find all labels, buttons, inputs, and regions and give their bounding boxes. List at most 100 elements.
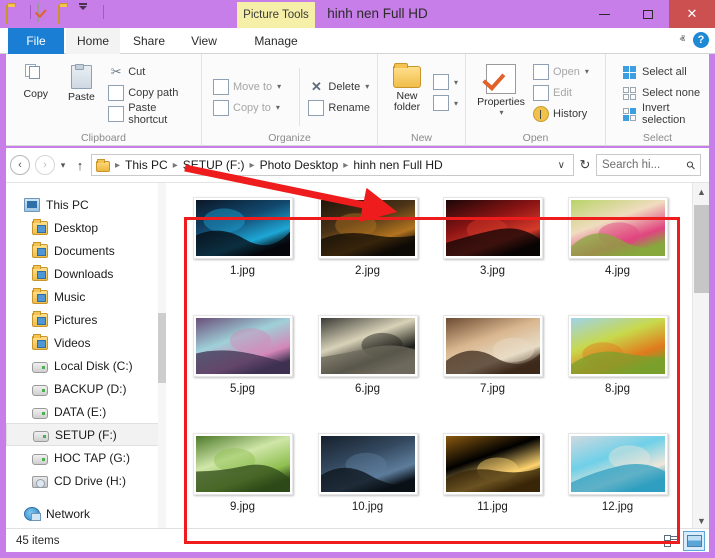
breadcrumb-item-photo-desktop[interactable]: Photo Desktop (260, 158, 339, 172)
cut-button[interactable]: ✂ Cut (108, 62, 194, 81)
sidebar-item-label: DATA (E:) (54, 404, 107, 419)
new-folder-icon[interactable] (58, 3, 76, 24)
easy-access-button[interactable]: ▾ (432, 94, 458, 113)
thumbnail (317, 315, 418, 377)
breadcrumb-item-this-pc[interactable]: This PC (125, 158, 168, 172)
breadcrumb-item-setup[interactable]: SETUP (F:) (183, 158, 245, 172)
sidebar-item-cd-drive-h[interactable]: CD Drive (H:) (6, 469, 166, 492)
select-all-button[interactable]: Select all (622, 62, 702, 81)
file-name: 3.jpg (480, 265, 505, 277)
file-item[interactable]: 8.jpg (555, 315, 680, 433)
item-count: 45 items (16, 534, 60, 547)
sidebar-item-data-e[interactable]: DATA (E:) (6, 400, 166, 423)
window-controls: ✕ (583, 0, 715, 28)
chevron-down-icon-5: ▾ (453, 98, 458, 108)
close-button[interactable]: ✕ (669, 0, 715, 28)
search-input[interactable]: Search hi... ⚲ (596, 154, 701, 176)
properties-button[interactable]: Properties ▾ (473, 59, 529, 126)
sidebar-item-pictures[interactable]: Pictures (6, 308, 166, 331)
copy-to-button[interactable]: Copy to ▾ (213, 98, 299, 117)
details-view-icon (663, 535, 677, 547)
sidebar-item-videos[interactable]: Videos (6, 331, 166, 354)
tab-manage[interactable]: Manage (237, 28, 315, 54)
sidebar-item-music[interactable]: Music (6, 285, 166, 308)
nav-scrollbar[interactable] (158, 183, 166, 529)
invert-selection-button[interactable]: Invert selection (622, 102, 702, 126)
scroll-down-icon[interactable]: ▼ (693, 512, 709, 528)
copy-button[interactable]: Copy (13, 59, 59, 126)
file-item[interactable]: 7.jpg (430, 315, 555, 433)
nav-scrollbar-thumb[interactable] (158, 313, 166, 383)
tab-view[interactable]: View (178, 28, 230, 54)
sidebar-item-desktop[interactable]: Desktop (6, 216, 166, 239)
paste-button[interactable]: Paste (59, 59, 105, 126)
file-item[interactable]: 5.jpg (180, 315, 305, 433)
sidebar-item-backup-d[interactable]: BACKUP (D:) (6, 377, 166, 400)
file-list-pane[interactable]: 1.jpg 2.jpg 3.jpg 4.jpg 5.jpg 6.jpg 7.jpg 8.jpg… (166, 183, 709, 528)
history-button[interactable]: History (533, 104, 589, 123)
sidebar-item-this-pc[interactable]: This PC (6, 193, 166, 216)
sidebar-item-downloads[interactable]: Downloads (6, 262, 166, 285)
properties-icon (486, 64, 516, 94)
up-button[interactable]: ↑ (71, 158, 89, 173)
large-icons-view-button[interactable] (683, 530, 705, 551)
open-button[interactable]: Open ▾ (533, 62, 589, 81)
tab-share[interactable]: Share (122, 28, 176, 54)
sidebar-item-local-disk-c[interactable]: Local Disk (C:) (6, 354, 166, 377)
edit-button[interactable]: Edit (533, 83, 589, 102)
help-button[interactable]: ? (693, 32, 709, 48)
move-to-label: Move to (233, 80, 273, 93)
delete-button[interactable]: ✕ Delete ▾ (308, 77, 370, 96)
tab-home[interactable]: Home (66, 28, 120, 54)
open-icon (533, 63, 549, 80)
breadcrumb[interactable]: ▸ This PC ▸ SETUP (F:) ▸ Photo Desktop ▸… (91, 154, 574, 176)
file-item[interactable]: 4.jpg (555, 197, 680, 315)
sidebar-item-network[interactable]: Network (6, 502, 166, 525)
thumbnail (317, 433, 418, 495)
file-item[interactable]: 2.jpg (305, 197, 430, 315)
maximize-button[interactable] (626, 0, 669, 28)
folder-icon[interactable] (6, 3, 24, 24)
select-none-button[interactable]: Select none (622, 83, 702, 102)
back-button[interactable]: ‹ (10, 155, 30, 175)
file-item[interactable]: 11.jpg (430, 433, 555, 528)
file-item[interactable]: 9.jpg (180, 433, 305, 528)
copy-path-button[interactable]: Copy path (108, 83, 194, 102)
new-item-button[interactable]: ▾ (432, 73, 458, 92)
scroll-up-icon[interactable]: ▲ (693, 183, 709, 200)
paste-shortcut-button[interactable]: Paste shortcut (108, 102, 194, 126)
properties-icon[interactable] (37, 3, 55, 22)
folder-videos-icon (32, 333, 48, 350)
file-item[interactable]: 3.jpg (430, 197, 555, 315)
forward-button[interactable]: › (35, 155, 55, 175)
rename-button[interactable]: Rename (308, 98, 370, 117)
thumbnail-image (445, 318, 540, 374)
chevron-down-icon: ▾ (277, 82, 282, 91)
customize-chevron-icon[interactable] (79, 3, 97, 27)
file-item[interactable]: 1.jpg (180, 197, 305, 315)
tab-file[interactable]: File (8, 28, 64, 54)
status-bar: 45 items (6, 528, 709, 552)
sidebar-item-setup-f[interactable]: SETUP (F:) (6, 423, 160, 446)
file-item[interactable]: 6.jpg (305, 315, 430, 433)
breadcrumb-dropdown-icon[interactable]: ∨ (554, 160, 569, 171)
new-folder-button[interactable]: New folder (385, 59, 429, 126)
content-scrollbar-thumb[interactable] (694, 205, 709, 293)
move-to-button[interactable]: Move to ▾ (213, 77, 299, 96)
collapse-ribbon-icon[interactable]: ⱏ (680, 34, 685, 47)
breadcrumb-item-current[interactable]: hinh nen Full HD (353, 158, 442, 172)
file-item[interactable]: 10.jpg (305, 433, 430, 528)
sidebar-item-label: CD Drive (H:) (54, 473, 126, 488)
refresh-button[interactable]: ↻ (574, 157, 596, 173)
ribbon-group-select: Select all Select none Invert selection … (606, 54, 709, 146)
copy-path-icon (108, 84, 125, 101)
minimize-button[interactable] (583, 0, 626, 28)
recent-locations-icon[interactable]: ▾ (55, 160, 71, 171)
details-view-button[interactable] (659, 531, 681, 551)
file-item[interactable]: 12.jpg (555, 433, 680, 528)
sidebar-item-documents[interactable]: Documents (6, 239, 166, 262)
pc-icon (24, 197, 40, 212)
sidebar-item-hoc-tap-g[interactable]: HOC TAP (G:) (6, 446, 166, 469)
network-icon (24, 506, 41, 521)
content-scrollbar[interactable]: ▲ ▼ (692, 183, 709, 528)
